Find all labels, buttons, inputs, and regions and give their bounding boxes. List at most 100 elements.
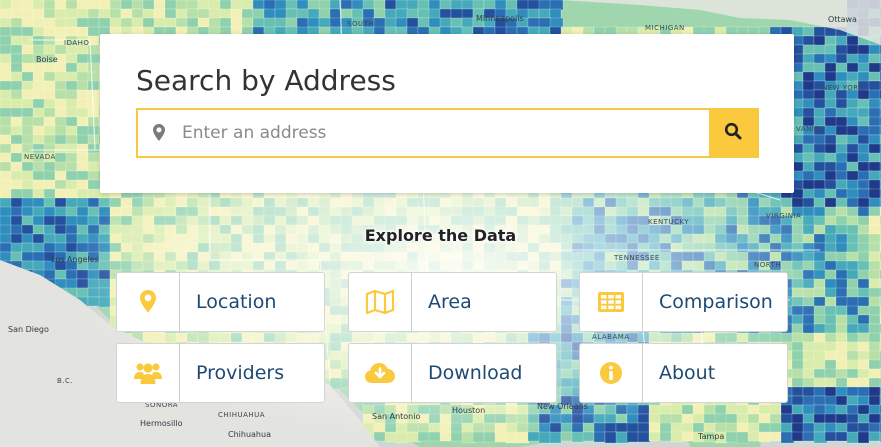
county-cell (824, 116, 838, 128)
county-cell (0, 152, 13, 164)
county-cell (824, 431, 837, 442)
county-cell (868, 89, 881, 100)
county-cell (351, 8, 364, 20)
county-cell (164, 17, 178, 28)
area-label: Area (428, 291, 472, 313)
county-cell (802, 71, 816, 83)
map-label-nevada: NEVADA (24, 153, 56, 161)
county-cell (406, 8, 419, 20)
county-cell (846, 116, 859, 127)
county-cell (813, 71, 827, 82)
county-cell (10, 26, 23, 37)
county-cell (131, 0, 144, 10)
county-cell (835, 251, 848, 263)
area-tile[interactable]: Area (348, 272, 557, 332)
county-cell (813, 53, 826, 65)
county-cell (835, 341, 849, 353)
county-cell (835, 143, 849, 155)
location-tile[interactable]: Location (116, 272, 325, 332)
county-cell (219, 0, 232, 11)
county-cell (857, 215, 871, 227)
county-cell (285, 8, 299, 20)
county-cell (813, 107, 826, 119)
county-cell (43, 170, 56, 182)
county-cell (186, 8, 200, 19)
address-input[interactable] (182, 110, 702, 156)
county-cell (824, 71, 838, 83)
county-cell (857, 404, 871, 416)
county-cell (175, 8, 189, 19)
county-cell (813, 323, 827, 335)
county-cell (0, 89, 12, 101)
county-cell (175, 17, 188, 28)
county-cell (868, 260, 881, 272)
county-cell (527, 8, 540, 19)
about-label: About (659, 362, 716, 384)
explore-title: Explore the Data (364, 226, 517, 245)
county-cell (868, 269, 881, 280)
county-cell (10, 134, 24, 145)
county-cell (835, 377, 849, 389)
county-cell (868, 350, 881, 362)
search-card: Search by Address (100, 34, 794, 193)
county-cell (813, 170, 827, 182)
county-cell (813, 377, 827, 388)
county-cell (868, 134, 881, 146)
map-label-ottawa: Ottawa (828, 15, 857, 24)
map-label-chihuahua-city: Chihuahua (228, 430, 271, 439)
county-cell (857, 125, 871, 137)
county-cell (10, 143, 24, 155)
county-cell (758, 422, 772, 434)
county-cell (0, 71, 13, 83)
county-cell (857, 395, 870, 406)
county-cell (21, 143, 34, 154)
county-cell (65, 17, 79, 28)
county-cell (384, 0, 397, 11)
county-cell (835, 197, 849, 208)
county-cell (824, 413, 837, 424)
county-cell (21, 251, 35, 262)
county-cell (252, 0, 265, 10)
county-cell (32, 62, 45, 74)
county-cell (802, 350, 815, 362)
county-cell (593, 431, 606, 443)
county-cell (835, 368, 848, 379)
county-cell (670, 431, 684, 443)
county-cell (802, 170, 816, 182)
county-cell (219, 8, 232, 19)
comparison-tile[interactable]: Comparison (579, 272, 788, 332)
county-cell (307, 8, 321, 20)
about-tile[interactable]: About (579, 343, 788, 403)
county-cell (868, 62, 881, 74)
county-cell (65, 0, 79, 10)
providers-tile[interactable]: Providers (116, 343, 325, 403)
county-cell (10, 206, 23, 217)
county-cell (87, 197, 100, 208)
county-cell (0, 215, 12, 227)
county-cell (32, 17, 46, 28)
county-cell (813, 413, 826, 424)
county-cell (681, 431, 694, 442)
county-cell (0, 206, 13, 218)
county-cell (846, 404, 859, 416)
county-cell (21, 80, 35, 91)
map-label-tennessee: TENNESSEE (614, 254, 660, 262)
county-cell (98, 8, 111, 20)
county-cell (868, 152, 881, 164)
county-cell (241, 0, 255, 10)
county-cell (417, 0, 430, 11)
search-button[interactable] (709, 110, 757, 156)
county-cell (857, 305, 871, 316)
county-cell (802, 35, 815, 46)
county-cell (538, 8, 551, 19)
county-cell (758, 413, 772, 425)
county-cell (428, 0, 441, 11)
county-cell (813, 368, 826, 379)
county-cell (54, 170, 68, 181)
county-cell (32, 107, 46, 118)
county-cell (54, 89, 68, 100)
county-cell (868, 296, 881, 308)
county-cell (835, 305, 848, 317)
county-cell (648, 431, 662, 442)
download-tile[interactable]: Download (348, 343, 557, 403)
